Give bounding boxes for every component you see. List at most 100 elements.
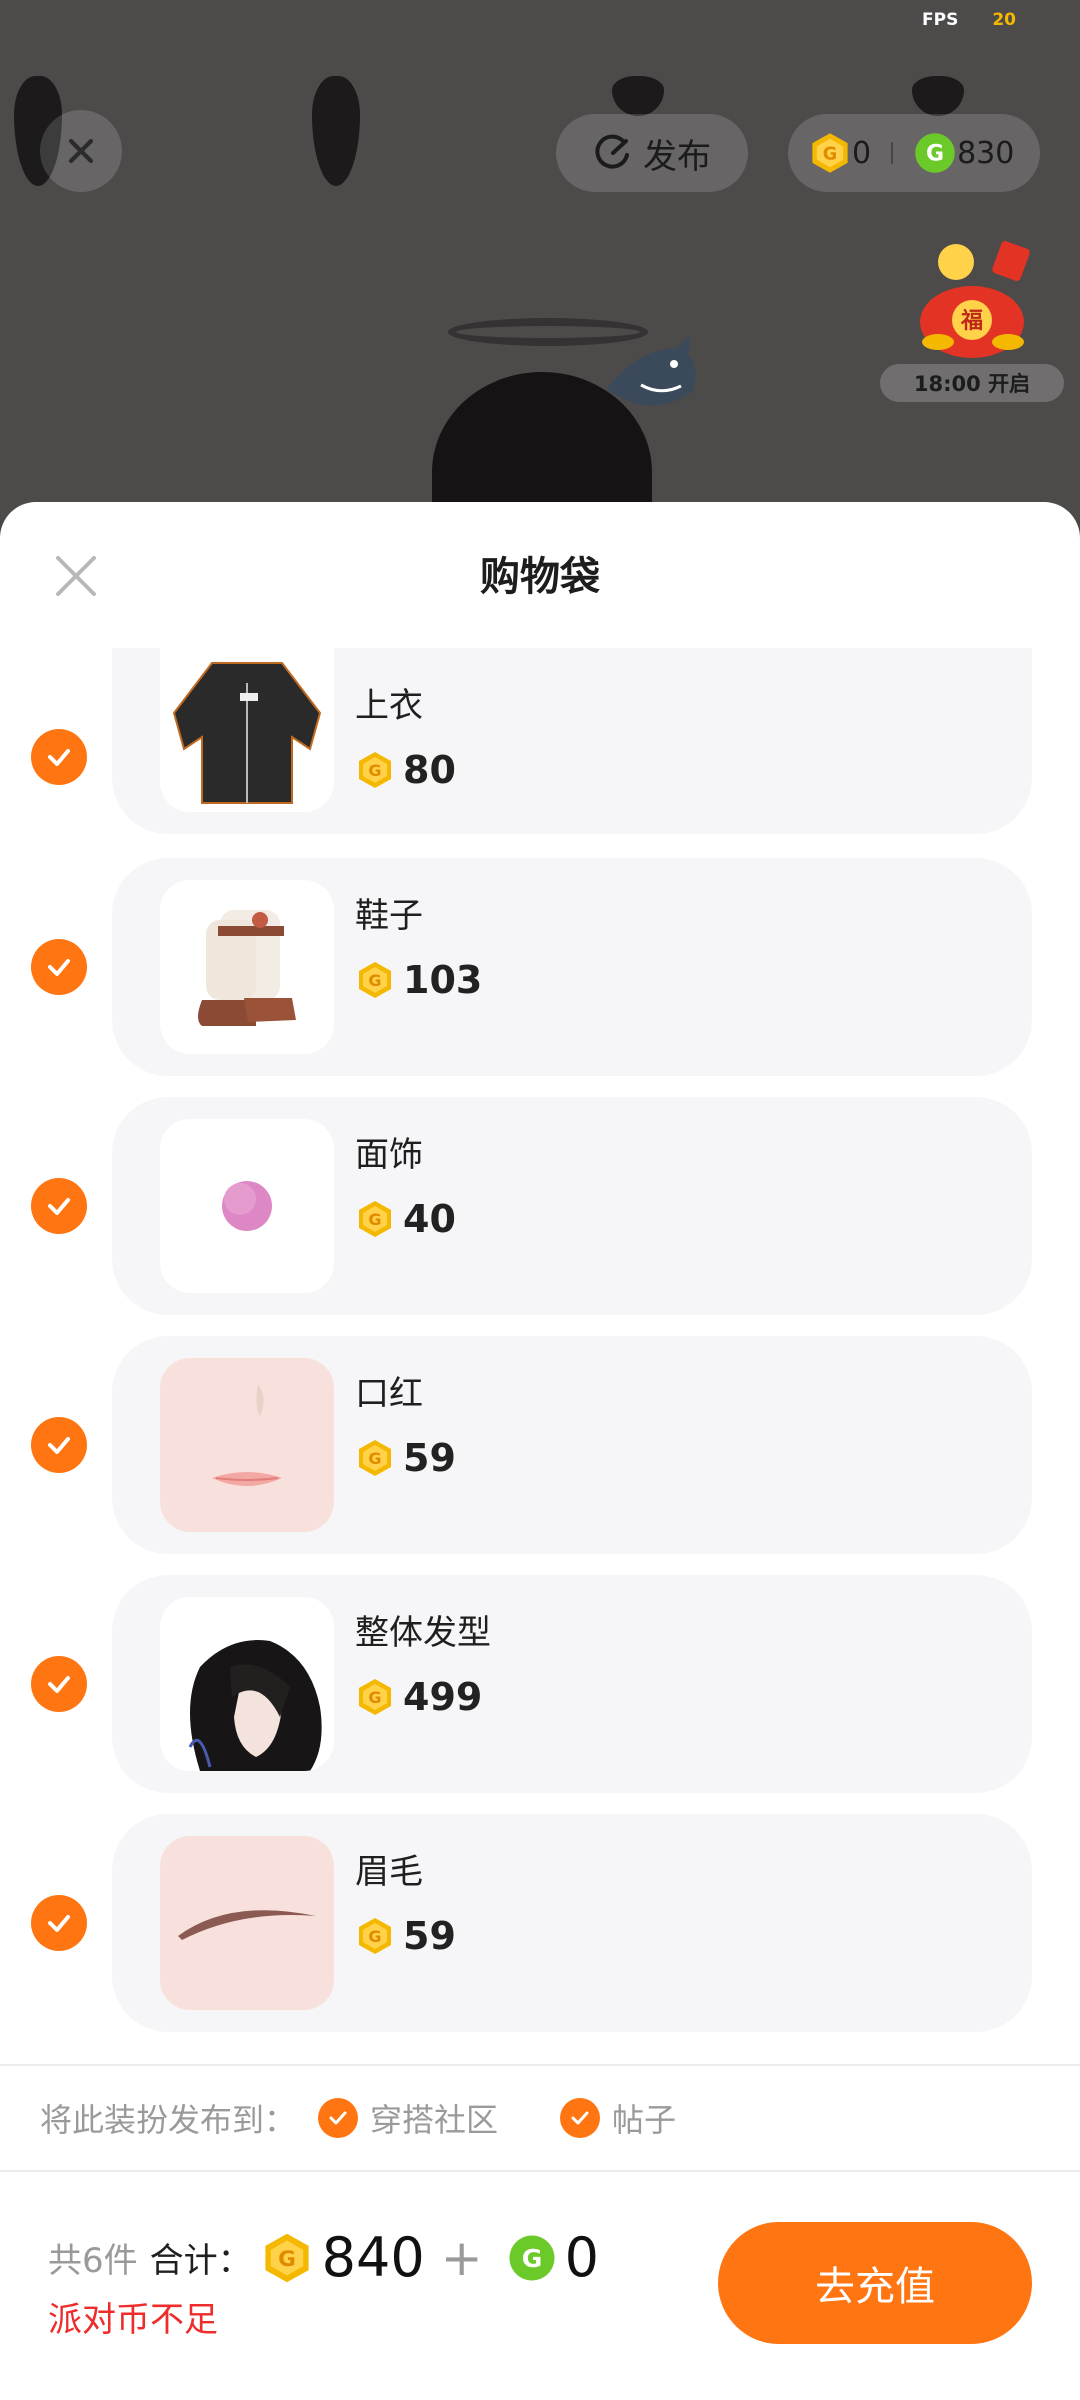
option-label: 穿搭社区 [370,2101,499,2139]
item-price-value: 499 [403,1675,483,1719]
hairstyle-icon [188,1640,322,1771]
item-checkbox[interactable] [31,1178,87,1234]
item-price: G 499 [355,1675,482,1719]
sum-label: 合计： [149,2241,252,2281]
close-scene-button[interactable] [40,110,122,192]
item-price: G 59 [355,1914,456,1958]
check-icon [571,2111,589,2125]
item-thumbnail [160,880,334,1054]
checkout-footer: 共6件 合计： G 840 + G 0 派对币不足 去充值 [0,2172,1080,2400]
item-name: 眉毛 [355,1852,423,1892]
option-label: 帖子 [612,2101,677,2139]
item-checkbox[interactable] [31,1895,87,1951]
fps-counter: FPS 20 [922,10,1016,30]
item-name: 面饰 [355,1135,423,1175]
hoodie-icon [172,662,322,804]
gold-coin-icon: G [359,962,391,998]
item-thumbnail [160,1358,334,1532]
publish-label: 发布 [643,136,711,177]
eyebrow-icon [178,1910,316,1940]
insufficient-balance-warning: 派对币不足 [48,2300,218,2340]
cart-item[interactable]: 整体发型 G 499 [0,1575,1080,1793]
green-coin-icon: G [915,133,955,173]
item-thumbnail [160,1597,334,1771]
gold-coin-icon: G [359,1201,391,1237]
gold-total: 840 [321,2226,425,2289]
svg-text:G: G [278,2247,296,2272]
svg-text:G: G [368,761,381,780]
item-thumbnail [160,1119,334,1293]
publish-to-options: 将此装扮发布到： 穿搭社区 帖子 [40,2066,1040,2170]
gold-coin-icon: G [265,2233,309,2282]
svg-text:G: G [521,2243,542,2272]
item-price: G 80 [355,748,456,792]
sheet-title: 购物袋 [480,554,600,600]
check-icon [48,1437,70,1454]
cart-item[interactable]: 面饰 G 40 [0,1097,1080,1315]
item-price: G 59 [355,1436,456,1480]
lucky-bag-event[interactable]: 福 18:00 开启 [880,232,1064,402]
gold-coin-icon: G [359,1440,391,1476]
publish-to-label: 将此装扮发布到： [40,2101,297,2139]
close-icon [68,138,94,164]
svg-text:G: G [368,1210,381,1229]
event-time-label: 18:00 开启 [880,364,1064,402]
svg-text:福: 福 [960,309,983,334]
svg-text:G: G [926,142,944,167]
divider [891,142,894,164]
item-price-value: 59 [403,1436,456,1480]
avatar-ear-decoration [612,76,664,116]
lucky-bag-icon: 福 [920,241,1030,358]
item-thumbnail [160,648,334,812]
cart-item[interactable]: 口红 G 59 [0,1336,1080,1554]
svg-text:G: G [368,1688,381,1707]
check-icon [48,959,70,976]
fps-value: 20 [992,10,1016,30]
publish-option-post[interactable]: 帖子 [560,2095,676,2141]
item-name: 上衣 [355,686,423,726]
svg-text:G: G [368,1449,381,1468]
game-scene: FPS 20 发布 G 0 G 830 福 18:00 开启 [0,0,1080,520]
cart-item-list[interactable]: 上衣 G 80 鞋子 G 103 面饰 G 40 口红 G 59 整体发型 G … [0,648,1080,2054]
gold-balance: 0 [852,135,872,171]
item-name: 鞋子 [355,896,423,936]
item-price-value: 40 [403,1197,456,1241]
cart-item[interactable]: 眉毛 G 59 [0,1814,1080,2032]
cart-item[interactable]: 上衣 G 80 [0,648,1080,834]
cart-item[interactable]: 鞋子 G 103 [0,858,1080,1076]
check-icon [329,2111,347,2125]
gold-coin-icon: G [359,1679,391,1715]
check-icon [48,1676,70,1693]
plus-sign: + [440,2228,483,2287]
gold-coin-icon: G [359,1918,391,1954]
item-name: 整体发型 [355,1613,491,1653]
svg-text:G: G [823,145,837,165]
item-price: G 40 [355,1197,456,1241]
item-checkbox[interactable] [31,729,87,785]
item-checkbox[interactable] [31,1417,87,1473]
boots-icon [198,910,296,1026]
green-balance: 830 [957,135,1015,171]
currency-balance[interactable]: G 0 G 830 [788,114,1040,192]
svg-text:G: G [368,971,381,990]
recharge-button[interactable]: 去充值 [718,2222,1032,2344]
item-price: G 103 [355,958,482,1002]
publish-icon [595,134,629,169]
gold-coin-icon: G [359,752,391,788]
option-checkbox[interactable] [560,2098,601,2138]
pink-dot-icon [222,1181,272,1231]
avatar-ear-decoration [912,76,964,116]
option-checkbox[interactable] [318,2098,359,2138]
svg-text:G: G [368,1927,381,1946]
publish-option-community[interactable]: 穿搭社区 [318,2095,498,2141]
avatar-ear-decoration [312,76,360,186]
item-checkbox[interactable] [31,1656,87,1712]
item-thumbnail [160,1836,334,2010]
item-name: 口红 [355,1374,423,1414]
item-price-value: 103 [403,958,483,1002]
item-checkbox[interactable] [31,939,87,995]
check-icon [48,1198,70,1215]
publish-button[interactable]: 发布 [556,114,748,192]
total-summary: 共6件 合计： G 840 + G 0 [48,2226,599,2289]
item-count: 共6件 [48,2241,138,2281]
